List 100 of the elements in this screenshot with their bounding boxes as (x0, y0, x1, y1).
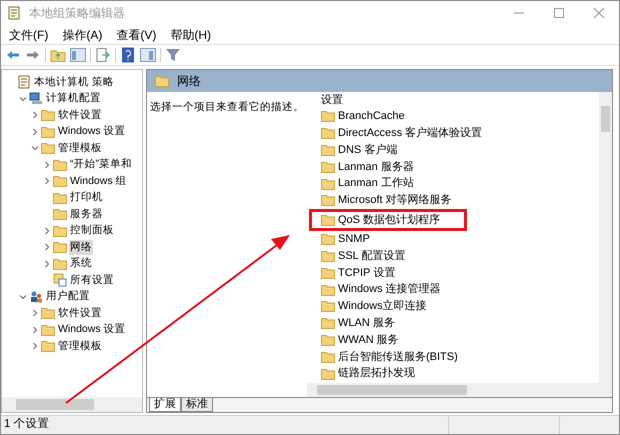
tree-item[interactable]: 打印机 (69, 190, 104, 206)
folder-icon (321, 266, 335, 279)
tree-item[interactable]: 所有设置 (69, 272, 115, 288)
chevron-icon[interactable] (30, 111, 38, 120)
tree-item[interactable]: 用户配置 (45, 289, 91, 304)
tree-item[interactable]: Windows 设置 (57, 322, 127, 338)
chevron-icon[interactable] (42, 177, 50, 186)
folder-icon (321, 127, 335, 140)
chevron-icon[interactable] (42, 243, 50, 252)
chevron-icon[interactable] (18, 94, 26, 103)
tree-item[interactable]: 服务器 (69, 206, 104, 222)
header-title: 网络 (177, 73, 201, 90)
vertical-scrollbar[interactable] (599, 92, 612, 383)
setting-item[interactable]: Microsoft 对等网络服务 (321, 192, 452, 209)
chevron-icon[interactable] (42, 260, 50, 268)
folder-icon (321, 160, 335, 173)
menu-item[interactable]: 操作(A) (62, 26, 102, 44)
folder-icon (321, 250, 335, 262)
folder-icon (41, 109, 55, 122)
setting-item[interactable]: BranchCache (321, 108, 405, 125)
setting-item[interactable]: DNS 客户端 (321, 142, 398, 158)
folder-icon (53, 241, 67, 254)
tree-item[interactable]: 系统 (69, 256, 93, 272)
folder-icon (321, 233, 335, 246)
setting-item[interactable]: DirectAccess 客户端体验设置 (321, 124, 482, 142)
horizontal-scrollbar[interactable] (307, 383, 612, 397)
folder-icon (321, 368, 335, 380)
setting-item[interactable]: WWAN 服务 (321, 332, 399, 348)
folder-icon (321, 214, 335, 226)
tree-item[interactable]: Windows 设置 (57, 124, 127, 140)
folder-icon (41, 324, 55, 336)
settings-icon (53, 273, 67, 288)
folder-icon (321, 350, 335, 363)
menu-item[interactable]: 文件(F) (9, 26, 48, 44)
tree-item[interactable]: 软件设置 (57, 306, 103, 321)
chevron-icon[interactable] (30, 144, 38, 152)
folder-icon (41, 307, 55, 320)
folder-icon (321, 317, 335, 330)
window-title: 本地组策略编辑器 (29, 5, 125, 22)
setting-item[interactable]: Lanman 服务器 (321, 158, 414, 176)
folder-icon (41, 126, 55, 138)
setting-item[interactable]: SNMP (321, 230, 370, 248)
horizontal-scrollbar[interactable] (2, 397, 142, 412)
folder-icon (53, 158, 67, 171)
chevron-icon[interactable] (30, 128, 38, 136)
setting-item[interactable]: WLAN 服务 (321, 314, 395, 332)
setting-item[interactable]: TCPIP 设置 (321, 264, 396, 282)
tree-pane-icon[interactable] (70, 47, 86, 63)
users-icon (29, 290, 43, 304)
folder-icon (155, 75, 169, 87)
status-text: 1 个设置 (3, 416, 51, 432)
folder-icon (41, 340, 55, 352)
tree-item[interactable]: “开始”菜单和 (69, 157, 133, 172)
folder-icon (321, 178, 335, 190)
folder-icon (53, 175, 67, 188)
close-icon[interactable] (593, 7, 605, 19)
menu-item[interactable]: 帮助(H) (170, 26, 211, 44)
folder-icon (321, 334, 335, 346)
setting-item[interactable]: Windows立即连接 (321, 298, 427, 315)
setting-item[interactable]: 链路层拓扑发现 (321, 365, 415, 382)
column-header[interactable]: 设置 (321, 92, 343, 108)
tree-item[interactable]: Windows 组 (69, 174, 128, 189)
folder-icon (321, 300, 335, 312)
chevron-icon[interactable] (42, 160, 50, 169)
folder-icon (321, 110, 335, 122)
folder-icon (53, 192, 67, 204)
folder-icon (321, 284, 335, 296)
view-tab[interactable]: 扩展 (149, 398, 181, 412)
policy-document-icon (17, 75, 31, 90)
folder-icon (321, 194, 335, 206)
policy-document-icon (7, 6, 21, 20)
view-tab[interactable]: 标准 (181, 398, 213, 412)
detail-pane-icon[interactable] (140, 47, 156, 63)
folder-icon (53, 224, 67, 237)
filter-icon[interactable] (165, 47, 181, 63)
menu-item[interactable]: 查看(V) (116, 26, 156, 44)
tree-item[interactable]: 管理模板 (57, 338, 103, 354)
tree-item[interactable]: 计算机配置 (45, 91, 102, 106)
folder-icon (321, 144, 335, 156)
chevron-icon[interactable] (30, 326, 38, 334)
folder-icon (53, 258, 67, 270)
setting-item[interactable]: 后台智能传送服务(BITS) (321, 348, 458, 366)
folder-icon (53, 208, 67, 220)
tree-item[interactable]: 控制面板 (69, 223, 115, 238)
chevron-icon[interactable] (18, 292, 26, 301)
setting-item[interactable]: Windows 连接管理器 (321, 281, 441, 298)
setting-item[interactable]: SSL 配置设置 (321, 248, 406, 264)
chevron-icon[interactable] (42, 226, 50, 235)
tree-item[interactable]: 软件设置 (57, 108, 103, 123)
setting-item[interactable]: Lanman 工作站 (321, 175, 414, 192)
chevron-icon[interactable] (30, 309, 38, 318)
setting-item[interactable]: QoS 数据包计划程序 (309, 208, 468, 231)
chevron-icon[interactable] (30, 342, 38, 350)
tree-item[interactable]: 本地计算机 策略 (33, 74, 115, 90)
maximize-icon[interactable] (553, 7, 565, 19)
export-list-icon[interactable] (95, 47, 111, 63)
description-text: 选择一个项目来查看它的描述。 (150, 101, 304, 113)
tree-item[interactable]: 管理模板 (57, 140, 103, 156)
help-icon[interactable] (120, 47, 136, 63)
tree-item[interactable]: 网络 (69, 240, 93, 255)
